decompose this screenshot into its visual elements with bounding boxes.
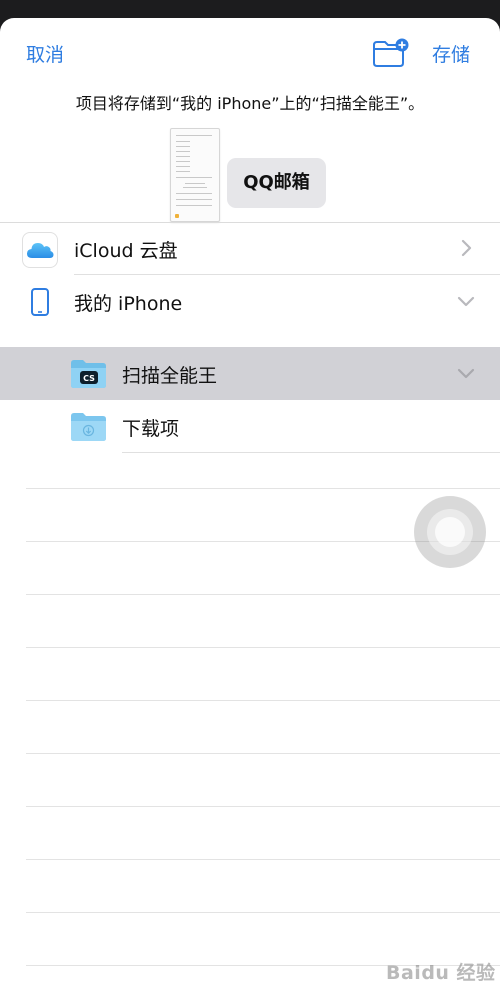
assistive-touch-button[interactable] xyxy=(414,496,486,568)
chevron-right-icon xyxy=(461,239,472,257)
location-row-camscanner[interactable]: CS 扫描全能王 xyxy=(0,347,500,400)
camscanner-badge: CS xyxy=(83,374,95,383)
camscanner-folder-icon: CS xyxy=(71,360,106,388)
chevron-down-icon[interactable] xyxy=(456,363,476,383)
save-button[interactable]: 存储 xyxy=(432,40,470,67)
location-row-icloud[interactable]: iCloud 云盘 xyxy=(0,222,500,275)
location-label: 我的 iPhone xyxy=(74,293,183,315)
location-row-my-iphone[interactable]: 我的 iPhone xyxy=(0,275,500,328)
document-thumbnail xyxy=(170,128,220,222)
nav-bar: 取消 存储 xyxy=(0,18,500,88)
baidu-watermark: Baidu 经验 xyxy=(376,946,496,990)
watermark-text: Baidu 经验 xyxy=(386,962,496,984)
location-label: 扫描全能王 xyxy=(122,365,218,387)
divider xyxy=(122,452,500,453)
icloud-icon xyxy=(22,232,58,268)
chevron-down-icon[interactable] xyxy=(456,291,476,311)
divider xyxy=(26,594,500,595)
save-destination-message: 项目将存储到“我的 iPhone”上的“扫描全能王”。 xyxy=(75,94,425,113)
divider xyxy=(26,859,500,860)
location-label: 下载项 xyxy=(122,418,180,440)
document-name-field[interactable]: QQ邮箱 xyxy=(227,158,326,208)
new-folder-icon[interactable] xyxy=(372,38,410,68)
divider xyxy=(26,647,500,648)
iphone-icon xyxy=(31,288,49,316)
cancel-button[interactable]: 取消 xyxy=(26,40,64,67)
divider xyxy=(26,700,500,701)
divider xyxy=(26,806,500,807)
divider xyxy=(26,912,500,913)
divider xyxy=(26,488,500,489)
divider xyxy=(26,753,500,754)
location-label: iCloud 云盘 xyxy=(74,240,178,262)
location-row-downloads[interactable]: 下载项 xyxy=(0,400,500,453)
downloads-folder-icon xyxy=(71,413,106,441)
